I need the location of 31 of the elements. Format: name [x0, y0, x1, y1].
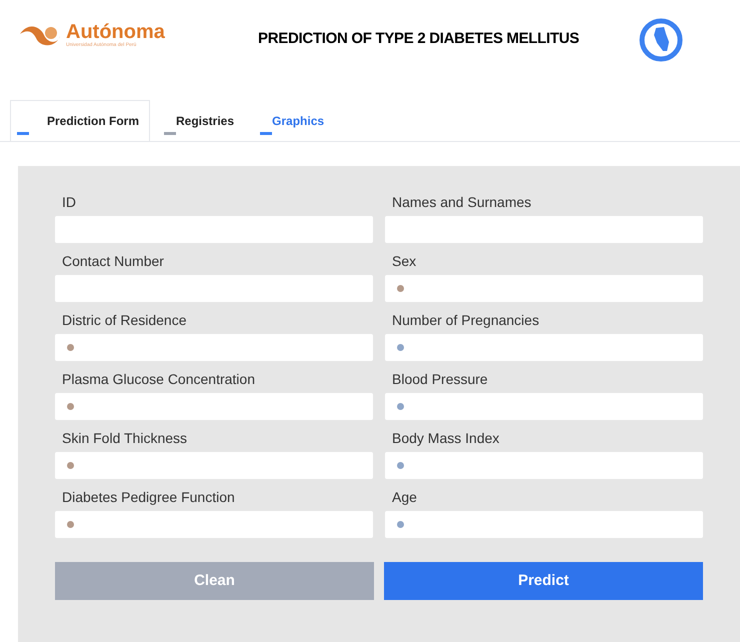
tab[interactable]: Graphics — [246, 100, 336, 141]
input-field[interactable] — [385, 334, 703, 361]
clean-button[interactable]: Clean — [55, 562, 374, 600]
tab[interactable]: Registries — [150, 100, 246, 141]
predict-button[interactable]: Predict — [384, 562, 703, 600]
input-field[interactable] — [55, 216, 373, 243]
page-title: PREDICTION OF TYPE 2 DIABETES MELLITUS — [258, 29, 580, 49]
logo-name: Autónoma — [66, 22, 165, 42]
input-field[interactable] — [55, 393, 373, 420]
field-label: ID — [61, 193, 77, 210]
input-field[interactable] — [55, 275, 373, 302]
input-field[interactable] — [55, 511, 373, 538]
field-label: Distric of Residence — [61, 311, 188, 328]
field-label: Age — [391, 488, 418, 505]
input-field[interactable] — [385, 216, 703, 243]
field-label: Diabetes Pedigree Function — [61, 488, 236, 505]
field-label: Names and Surnames — [391, 193, 532, 210]
field-label: Plasma Glucose Concentration — [61, 370, 256, 387]
input-field[interactable] — [385, 393, 703, 420]
field-label: Body Mass Index — [391, 429, 500, 446]
field-label: Contact Number — [61, 252, 165, 269]
field-label: Number of Pregnancies — [391, 311, 540, 328]
input-field[interactable] — [385, 511, 703, 538]
input-field[interactable] — [385, 275, 703, 302]
field-label: Skin Fold Thickness — [61, 429, 188, 446]
input-field[interactable] — [55, 334, 373, 361]
field-label: Blood Pressure — [391, 370, 489, 387]
input-field[interactable] — [385, 452, 703, 479]
input-field[interactable] — [55, 452, 373, 479]
field-label: Sex — [391, 252, 418, 269]
tab[interactable]: Prediction Form — [10, 100, 150, 141]
